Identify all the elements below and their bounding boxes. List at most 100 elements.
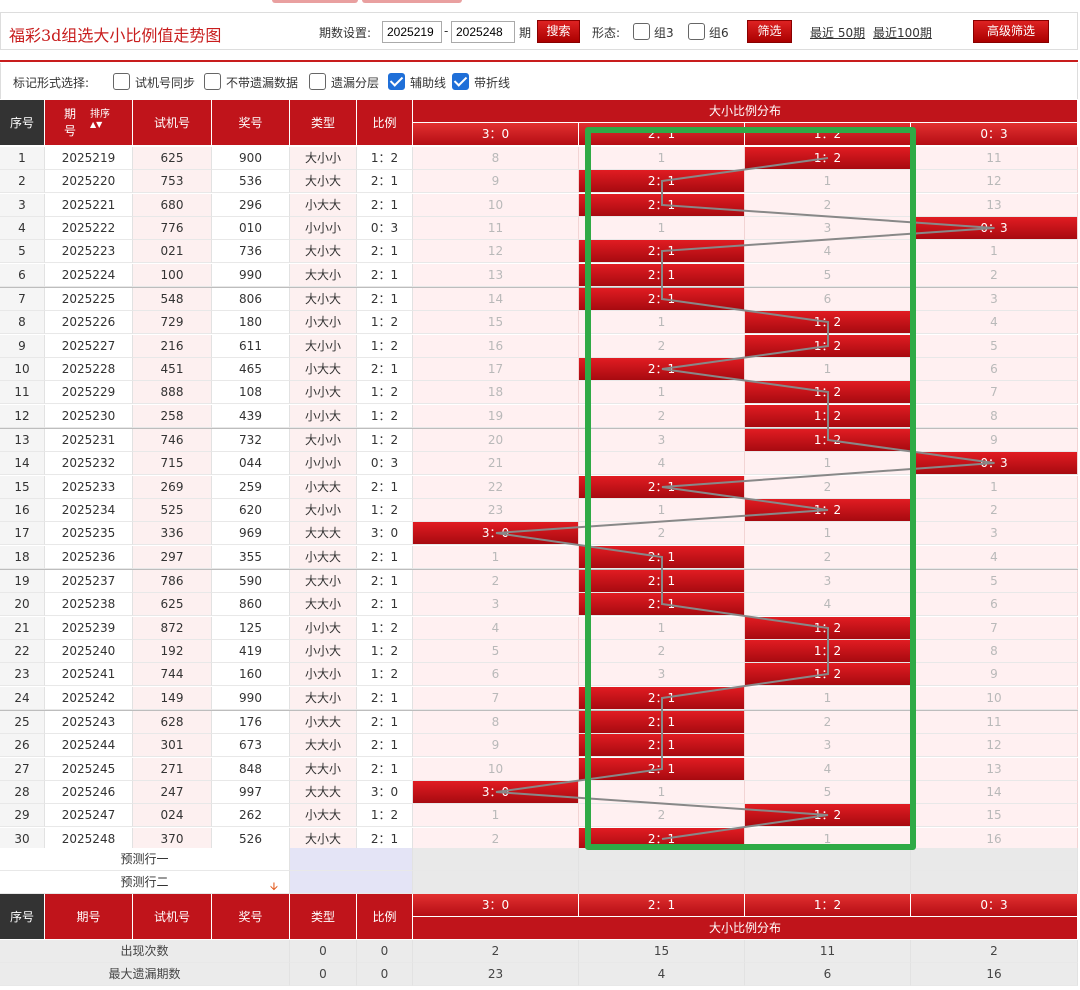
issue-cell: 2025226 [45,311,133,334]
period-from-input[interactable] [382,21,442,43]
omission-count: 6 [911,593,1078,616]
type-cell: 大小大 [290,170,357,193]
type-cell: 小小大 [290,640,357,663]
omission-count: 6 [911,358,1078,381]
stat-max-omission-ratio: 0 [357,963,413,986]
predict-row-2-input[interactable] [290,871,413,894]
predict-row-1-cell[interactable] [911,848,1078,871]
ratio-cell: 1：2 [357,381,413,404]
type-cell: 大大小 [290,593,357,616]
type-cell: 大大小 [290,687,357,710]
type-cell: 大小大 [290,288,357,311]
predict-row-2-cell[interactable] [745,871,911,894]
stat-occurrences-value: 2 [911,940,1078,963]
draw-cell: 673 [212,734,290,757]
foot-col-21: 2：1 [579,894,745,917]
ratio-cell: 0：3 [357,217,413,240]
seq-cell: 29 [0,804,45,827]
advanced-filter-button[interactable]: 高级筛选 [973,20,1049,43]
omission-count: 20 [413,429,579,452]
draw-cell: 296 [212,194,290,217]
ratio-cell: 1：2 [357,335,413,358]
ratio-cell: 1：2 [357,405,413,428]
no-omission-checkbox[interactable] [204,73,221,90]
recent-50-link[interactable]: 最近 50期 [810,24,865,41]
sort-arrows-icon: ▲▼ [90,120,103,129]
omission-layer-checkbox[interactable] [309,73,326,90]
aux-line-checkbox[interactable] [388,73,405,90]
predict-row-1-cell[interactable] [579,848,745,871]
stat-occurrences-type: 0 [290,940,357,963]
hit-marker: 3：0 [413,781,579,804]
omission-count: 1 [579,217,745,240]
draw-cell: 848 [212,758,290,781]
hit-marker: 1：2 [745,640,911,663]
search-button[interactable]: 搜索 [537,20,580,43]
type-cell: 小大大 [290,804,357,827]
draw-cell: 620 [212,499,290,522]
draw-cell: 259 [212,476,290,499]
hit-marker: 1：2 [745,499,911,522]
filter-button[interactable]: 筛选 [747,20,792,43]
ratio-cell: 2：1 [357,687,413,710]
seq-cell: 11 [0,381,45,404]
toolbar: 福彩3d组选大小比例值走势图 期数设置: - 期 搜索 形态: 组3 组6 筛选… [0,12,1078,50]
predict-row-2-cell[interactable] [911,871,1078,894]
type-cell: 小大大 [290,194,357,217]
foot-header-trial: 试机号 [133,894,212,940]
type-cell: 大小小 [290,335,357,358]
type-cell: 大大小 [290,264,357,287]
type-cell: 大大小 [290,758,357,781]
omission-count: 1 [911,476,1078,499]
draw-cell: 900 [212,147,290,170]
omission-count: 2 [745,194,911,217]
issue-cell: 2025238 [45,593,133,616]
seq-cell: 9 [0,335,45,358]
omission-count: 8 [413,711,579,734]
omission-count: 12 [911,734,1078,757]
omission-count: 17 [413,358,579,381]
draw-cell: 736 [212,240,290,263]
draw-cell: 590 [212,570,290,593]
omission-count: 1 [579,781,745,804]
zu6-checkbox[interactable] [688,23,705,40]
recent-100-link[interactable]: 最近100期 [873,24,932,41]
dist-header: 大小比例分布 [413,100,1078,123]
omission-count: 14 [413,288,579,311]
predict-row-1-cell[interactable] [745,848,911,871]
trend-line-checkbox[interactable] [452,73,469,90]
trial-sync-checkbox[interactable] [113,73,130,90]
predict-row-2[interactable]: 预测行二 [0,871,290,894]
seq-cell: 26 [0,734,45,757]
sort-toggle[interactable]: 排序 ▲▼ [90,110,110,130]
draw-cell: 997 [212,781,290,804]
draw-cell: 860 [212,593,290,616]
hit-marker: 1：2 [745,311,911,334]
col-header-draw: 奖号 [212,100,290,146]
hit-marker: 2：1 [579,264,745,287]
type-cell: 小大小 [290,311,357,334]
predict-row-2-cell[interactable] [579,871,745,894]
predict-row-1-input[interactable] [290,848,413,871]
predict-row-1-cell[interactable] [413,848,579,871]
ratio-cell: 3：0 [357,522,413,545]
type-cell: 小大大 [290,711,357,734]
trial-cell: 258 [133,405,212,428]
predict-row-2-cell[interactable] [413,871,579,894]
omission-count: 4 [745,240,911,263]
trial-cell: 746 [133,429,212,452]
zu6-label: 组6 [709,26,729,40]
hit-marker: 2：1 [579,358,745,381]
period-to-input[interactable] [451,21,515,43]
zu3-checkbox[interactable] [633,23,650,40]
omission-count: 2 [745,476,911,499]
predict-row-1[interactable]: 预测行一 [0,848,290,871]
ratio-cell: 1：2 [357,429,413,452]
stat-occurrences-value: 11 [745,940,911,963]
draw-cell: 176 [212,711,290,734]
omission-count: 12 [911,170,1078,193]
omission-count: 12 [413,240,579,263]
omission-count: 3 [413,593,579,616]
col-header-issue[interactable]: 期号 [45,100,133,146]
omission-count: 3 [745,217,911,240]
